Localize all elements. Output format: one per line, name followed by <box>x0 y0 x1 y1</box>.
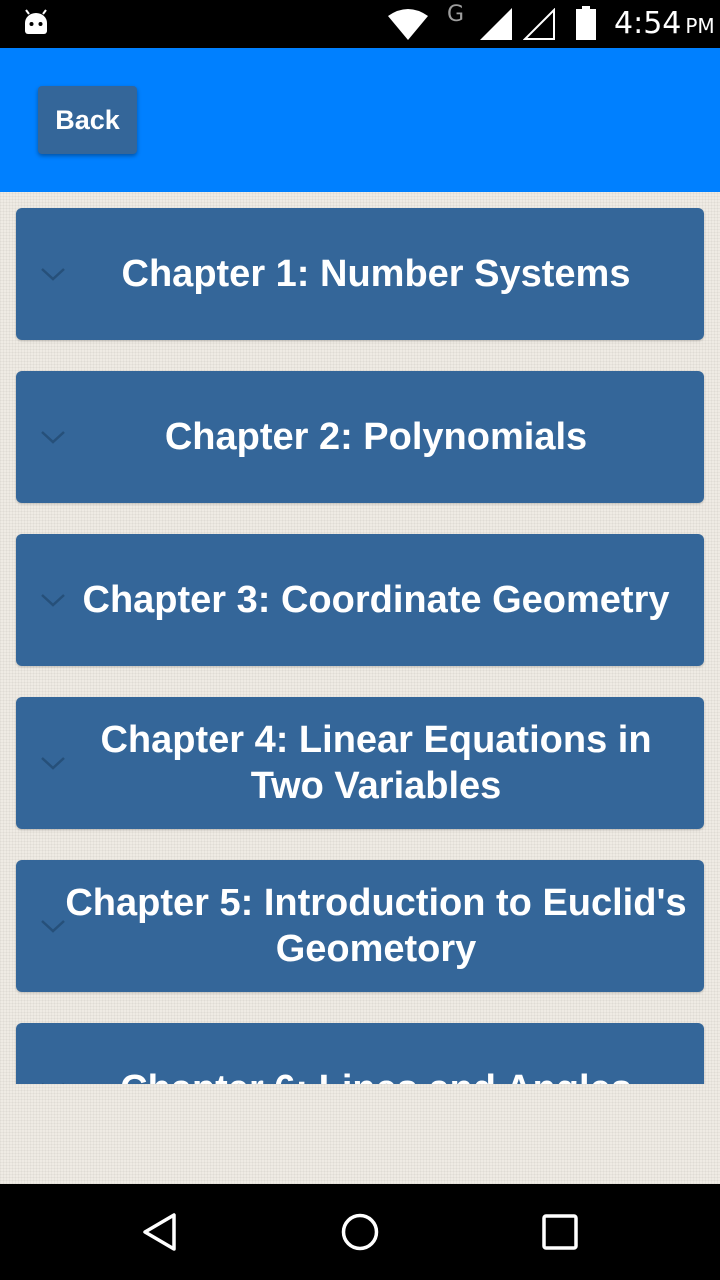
clock-time: 4:54 <box>614 6 682 41</box>
wifi-icon <box>388 9 428 40</box>
chapter-title: Chapter 5: Introduction to Euclid's Geom… <box>65 882 687 970</box>
chapter-item[interactable]: Chapter 4: Linear Equations in Two Varia… <box>16 697 704 829</box>
chapter-item[interactable]: Chapter 6: Lines and Angles <box>16 1023 704 1084</box>
content-area: Chapter 1: Number Systems Chapter 2: Pol… <box>0 192 720 1184</box>
chapter-item[interactable]: Chapter 3: Coordinate Geometry <box>16 534 704 666</box>
battery-icon <box>576 6 596 40</box>
chapter-list[interactable]: Chapter 1: Number Systems Chapter 2: Pol… <box>0 192 720 1084</box>
status-clock: 4:54 PM <box>614 6 715 41</box>
recents-square-icon[interactable] <box>541 1213 579 1251</box>
navigation-bar <box>0 1184 720 1280</box>
chapter-title: Chapter 4: Linear Equations in Two Varia… <box>100 719 652 807</box>
chapter-title: Chapter 6: Lines and Angles <box>56 1023 696 1084</box>
chapter-title: Chapter 1: Number Systems <box>121 253 631 295</box>
chapter-item[interactable]: Chapter 5: Introduction to Euclid's Geom… <box>16 860 704 992</box>
android-icon <box>25 9 47 34</box>
app-bar: Back <box>0 48 720 192</box>
back-triangle-icon[interactable] <box>140 1212 180 1252</box>
chapter-item[interactable]: Chapter 1: Number Systems <box>16 208 704 340</box>
clock-ampm: PM <box>685 14 715 38</box>
status-bar: G 4:54 PM <box>0 0 720 48</box>
signal-icon <box>480 8 512 40</box>
signal-icon <box>523 8 555 40</box>
chapter-title: Chapter 3: Coordinate Geometry <box>82 579 670 621</box>
back-button[interactable]: Back <box>38 86 137 154</box>
chapter-item[interactable]: Chapter 2: Polynomials <box>16 371 704 503</box>
home-circle-icon[interactable] <box>340 1212 380 1252</box>
chapter-title: Chapter 2: Polynomials <box>164 416 588 458</box>
network-type-label: G <box>447 2 465 27</box>
